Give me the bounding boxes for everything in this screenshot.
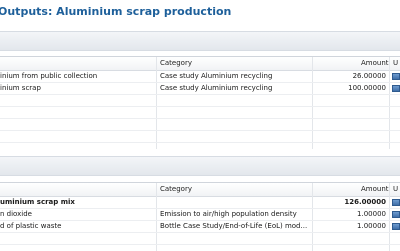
table-row[interactable]: n dioxide Emission to air/high populatio… <box>0 209 400 221</box>
empty-row <box>0 131 400 143</box>
outputs-table: Category Amount U uminium scrap mix 126.… <box>0 182 400 251</box>
category-cell: Bottle Case Study/End-of-Life (EoL) mod.… <box>160 222 308 230</box>
empty-row <box>0 233 400 245</box>
table-row[interactable]: uminium scrap mix 126.00000 <box>0 197 400 209</box>
flow-cell: n dioxide <box>0 210 32 218</box>
outputs-section-header[interactable] <box>0 156 400 176</box>
table-row[interactable]: inium from public collection Case study … <box>0 71 400 83</box>
column-unit[interactable]: U <box>393 185 398 193</box>
unit-icon[interactable] <box>392 199 400 206</box>
inputs-table-header: Category Amount U <box>0 57 400 71</box>
outputs-table-header: Category Amount U <box>0 183 400 197</box>
category-cell: Case study Aluminium recycling <box>160 72 273 80</box>
empty-row <box>0 107 400 119</box>
flow-cell: uminium scrap mix <box>0 198 75 206</box>
column-category[interactable]: Category <box>160 185 192 193</box>
unit-icon[interactable] <box>392 223 400 230</box>
column-amount[interactable]: Amount <box>361 185 389 193</box>
unit-icon[interactable] <box>392 85 400 92</box>
table-row[interactable]: inium scrap Case study Aluminium recycli… <box>0 83 400 95</box>
table-row[interactable]: d of plastic waste Bottle Case Study/End… <box>0 221 400 233</box>
flow-cell: inium from public collection <box>0 72 98 80</box>
column-category[interactable]: Category <box>160 59 192 67</box>
unit-icon[interactable] <box>392 73 400 80</box>
amount-cell[interactable]: 1.00000 <box>314 222 386 230</box>
inputs-section-header[interactable] <box>0 31 400 51</box>
unit-icon[interactable] <box>392 211 400 218</box>
amount-cell[interactable]: 126.00000 <box>314 198 386 206</box>
inputs-table: Category Amount U inium from public coll… <box>0 56 400 149</box>
column-amount[interactable]: Amount <box>361 59 389 67</box>
editor-title-bar: Outputs: Aluminium scrap production <box>0 0 400 26</box>
flow-cell: d of plastic waste <box>0 222 62 230</box>
flow-cell: inium scrap <box>0 84 41 92</box>
category-cell: Case study Aluminium recycling <box>160 84 273 92</box>
page-title: Outputs: Aluminium scrap production <box>0 5 232 18</box>
amount-cell[interactable]: 26.00000 <box>314 72 386 80</box>
category-cell: Emission to air/high population density <box>160 210 297 218</box>
empty-row <box>0 95 400 107</box>
empty-row <box>0 119 400 131</box>
column-unit[interactable]: U <box>393 59 398 67</box>
amount-cell[interactable]: 1.00000 <box>314 210 386 218</box>
amount-cell[interactable]: 100.00000 <box>314 84 386 92</box>
